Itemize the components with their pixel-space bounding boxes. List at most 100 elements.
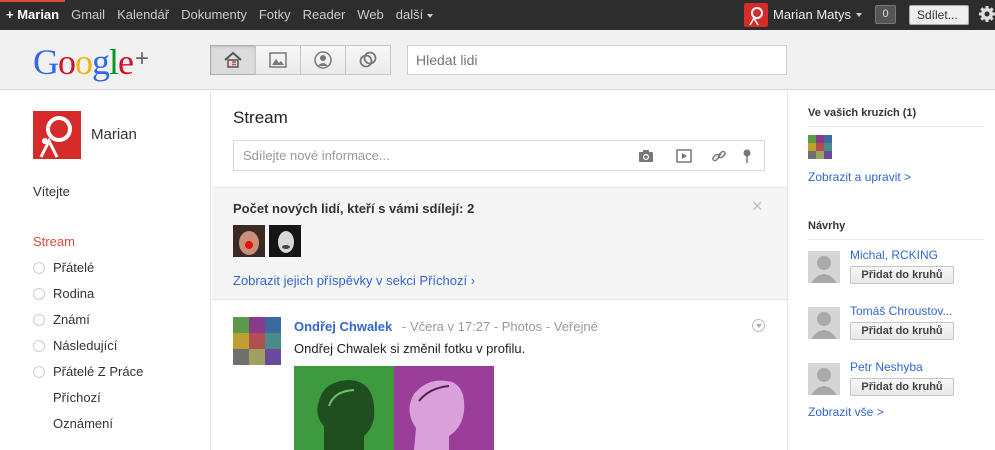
circles-icon <box>359 51 377 68</box>
main-tabs <box>210 45 391 75</box>
suggestion-avatar[interactable] <box>808 251 840 283</box>
avatar[interactable] <box>269 225 301 257</box>
nav-reader[interactable]: Reader <box>297 0 352 30</box>
show-all-link[interactable]: Zobrazit vše > <box>808 405 884 419</box>
sidebar-item-notifications[interactable]: Oznámení <box>53 416 113 431</box>
post-photo[interactable] <box>394 366 494 450</box>
in-your-circles-heading: Ve vašich kruzích (1) <box>808 107 917 119</box>
logo-plus: + <box>135 45 149 72</box>
user-name[interactable]: Marian Matys <box>773 0 851 30</box>
tab-profile[interactable] <box>300 45 346 75</box>
post-meta: - Včera v 17:27 - Photos - Veřejné <box>402 319 598 334</box>
avatar-figure-icon <box>39 116 72 158</box>
suggestion-name[interactable]: Tomáš Chroustov... <box>850 304 952 318</box>
post-author-name[interactable]: Ondřej Chwalek <box>294 319 392 334</box>
circle-icon <box>33 287 45 300</box>
share-button[interactable]: Sdílet... <box>909 5 969 25</box>
nav-photos[interactable]: Fotky <box>253 0 297 30</box>
default-person-icon <box>808 363 840 395</box>
sidebar-item-work-friends[interactable]: Přátelé Z Práce <box>33 364 143 379</box>
google-bar-nav: + Marian Gmail Kalendář Dokumenty Fotky … <box>0 0 439 30</box>
post-photo[interactable] <box>294 366 394 450</box>
circle-member-avatar[interactable] <box>808 135 832 159</box>
sidebar-item-label: Rodina <box>53 286 95 301</box>
avatar-figure-icon <box>749 7 763 26</box>
home-icon <box>224 51 242 68</box>
suggestion-name[interactable]: Michal, RCKING <box>850 248 938 262</box>
view-and-edit-link[interactable]: Zobrazit a upravit > <box>808 170 911 184</box>
location-pin-icon[interactable] <box>739 148 755 164</box>
photos-icon <box>269 52 287 68</box>
person-profile-photo <box>394 366 494 450</box>
sidebar-item-following[interactable]: Následující <box>33 338 117 353</box>
add-to-circles-button[interactable]: Přidat do kruhů <box>850 322 954 340</box>
nav-documents[interactable]: Dokumenty <box>175 0 253 30</box>
add-to-circles-button[interactable]: Přidat do kruhů <box>850 378 954 396</box>
circle-icon <box>33 313 45 326</box>
tab-photos[interactable] <box>255 45 301 75</box>
profile-name[interactable]: Marian <box>91 126 137 143</box>
circle-icon <box>33 261 45 274</box>
sidebar-item-incoming[interactable]: Příchozí <box>53 390 101 405</box>
suggestion-avatar[interactable] <box>808 363 840 395</box>
default-person-icon <box>808 307 840 339</box>
person-profile-photo <box>294 366 394 450</box>
sidebar-item-label: Známí <box>53 312 90 327</box>
sidebar-item-stream[interactable]: Stream <box>33 234 75 249</box>
avatar[interactable] <box>233 225 265 257</box>
divider <box>808 239 984 240</box>
camera-icon[interactable] <box>638 148 654 164</box>
incoming-posts-link[interactable]: Zobrazit jejich příspěvky v sekci Přícho… <box>233 273 475 288</box>
post-text: Ondřej Chwalek si změnil fotku v profilu… <box>294 341 526 356</box>
stream-column: Stream Sdílejte nové informace... Počet … <box>212 91 787 450</box>
person-photo-icon <box>269 225 301 257</box>
sidebar-item-acquaintances[interactable]: Známí <box>33 312 90 327</box>
suggestions-heading: Návrhy <box>808 220 846 232</box>
chevron-down-icon[interactable] <box>856 13 862 17</box>
notice-title: Počet nových lidí, kteří s vámi sdílejí:… <box>233 201 475 216</box>
notification-count[interactable]: 0 <box>875 5 896 24</box>
sidebar-item-label: Přátelé <box>53 260 95 275</box>
divider <box>808 126 984 127</box>
add-to-circles-button[interactable]: Přidat do kruhů <box>850 266 954 284</box>
nav-gmail[interactable]: Gmail <box>65 0 111 30</box>
welcome-link[interactable]: Vítejte <box>33 184 70 199</box>
gear-icon[interactable] <box>978 5 995 23</box>
right-sidebar: Ve vašich kruzích (1) Zobrazit a upravit… <box>787 91 995 450</box>
sidebar-item-label: Následující <box>53 338 118 353</box>
post-author-avatar[interactable] <box>233 317 281 365</box>
sidebar-item-family[interactable]: Rodina <box>33 286 94 301</box>
suggestion-name[interactable]: Petr Neshyba <box>850 360 923 374</box>
close-icon[interactable]: × <box>752 196 763 217</box>
nav-more[interactable]: další <box>390 0 439 30</box>
user-avatar[interactable] <box>744 3 768 27</box>
tab-home[interactable] <box>210 45 256 75</box>
chevron-down-icon[interactable] <box>752 319 765 332</box>
profile-icon <box>314 51 332 69</box>
person-photo-icon <box>233 317 281 365</box>
tab-circles[interactable] <box>345 45 391 75</box>
profile-avatar[interactable] <box>33 111 81 159</box>
share-placeholder[interactable]: Sdílejte nové informace... <box>243 148 390 163</box>
default-person-icon <box>808 251 840 283</box>
search-people-input[interactable] <box>407 45 787 75</box>
nav-plus-marian[interactable]: + Marian <box>0 0 66 30</box>
circle-icon <box>33 339 45 352</box>
share-box[interactable]: Sdílejte nové informace... <box>233 140 765 171</box>
left-sidebar: Marian Vítejte Stream Přátelé Rodina Zná… <box>0 91 211 450</box>
sidebar-item-friends[interactable]: Přátelé <box>33 260 94 275</box>
new-people-notice: Počet nových lidí, kteří s vámi sdílejí:… <box>212 187 787 300</box>
page-title: Stream <box>233 108 288 127</box>
nav-web[interactable]: Web <box>351 0 390 30</box>
video-icon[interactable] <box>676 148 692 164</box>
person-photo-icon <box>233 225 265 257</box>
nav-calendar[interactable]: Kalendář <box>111 0 175 30</box>
stream-post: Ondřej Chwalek - Včera v 17:27 - Photos … <box>212 301 787 450</box>
circle-icon <box>33 365 45 378</box>
link-icon[interactable] <box>711 148 727 164</box>
suggestion-avatar[interactable] <box>808 307 840 339</box>
google-bar: + Marian Gmail Kalendář Dokumenty Fotky … <box>0 0 995 30</box>
sidebar-item-label: Přátelé Z Práce <box>53 364 144 379</box>
header: Google+ <box>0 30 995 90</box>
google-plus-logo[interactable]: Google+ <box>33 39 149 82</box>
